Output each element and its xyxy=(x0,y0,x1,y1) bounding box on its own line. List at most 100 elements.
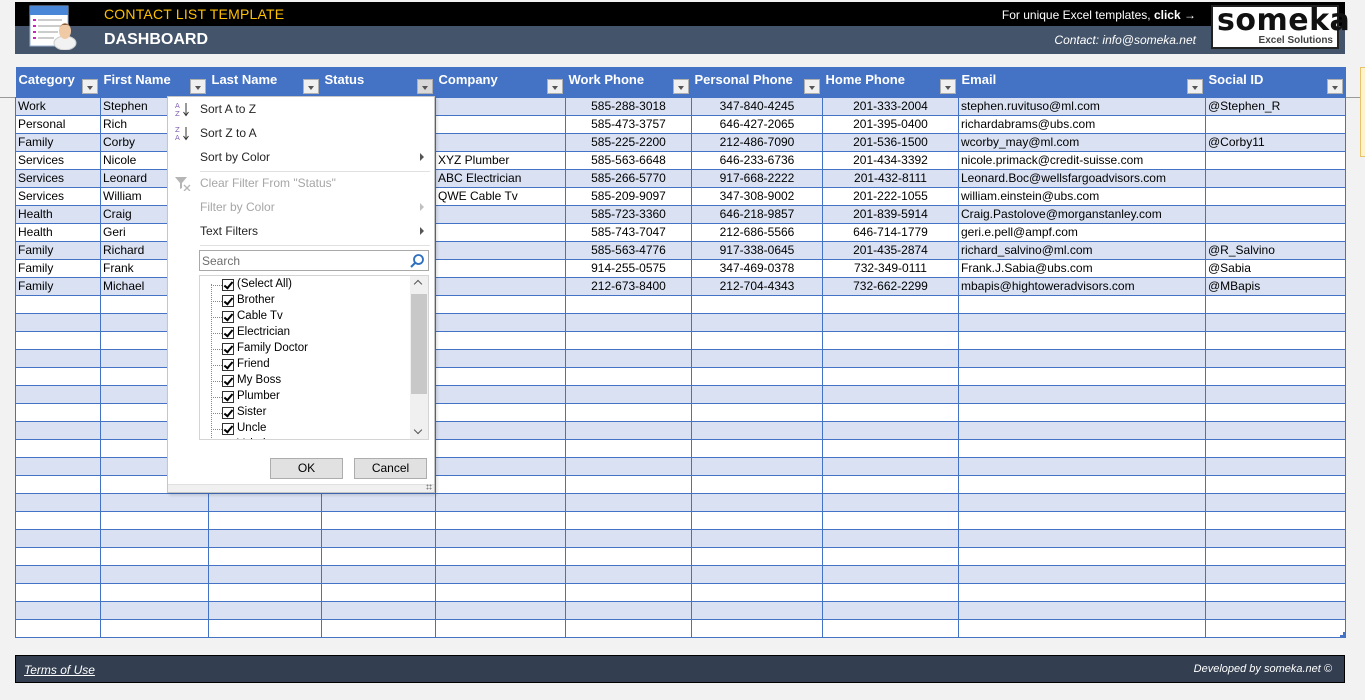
menu-sort-a-to-z[interactable]: A Z Sort A to Z xyxy=(168,98,434,120)
cell-status[interactable] xyxy=(321,492,436,512)
cell-personal[interactable] xyxy=(691,492,823,512)
cell-status[interactable] xyxy=(321,528,436,548)
filter-dropdown-button[interactable] xyxy=(803,78,820,94)
checkbox-checked-icon[interactable] xyxy=(222,407,234,419)
checkbox-checked-icon[interactable] xyxy=(222,343,234,355)
menu-sort-by-color[interactable]: Sort by Color xyxy=(168,146,434,168)
cell-social[interactable] xyxy=(1205,546,1346,566)
cell-category[interactable] xyxy=(15,492,101,512)
cell-home[interactable] xyxy=(822,510,959,530)
cell-last[interactable] xyxy=(208,510,322,530)
cell-first[interactable] xyxy=(100,618,209,638)
cell-social[interactable] xyxy=(1205,420,1346,440)
cell-social[interactable]: @Corby11 xyxy=(1205,132,1346,152)
cell-personal[interactable]: 212-704-4343 xyxy=(691,276,823,296)
cell-home[interactable]: 201-222-1055 xyxy=(822,186,959,206)
cell-social[interactable] xyxy=(1205,618,1346,638)
cell-email[interactable] xyxy=(958,384,1206,404)
cell-company[interactable] xyxy=(435,600,566,620)
cell-company[interactable] xyxy=(435,546,566,566)
filter-dropdown-button[interactable] xyxy=(81,78,98,94)
cell-category[interactable] xyxy=(15,456,101,476)
cell-personal[interactable] xyxy=(691,420,823,440)
cell-personal[interactable] xyxy=(691,528,823,548)
cell-personal[interactable]: 646-218-9857 xyxy=(691,204,823,224)
cell-personal[interactable] xyxy=(691,294,823,314)
cell-home[interactable] xyxy=(822,618,959,638)
cell-home[interactable] xyxy=(822,294,959,314)
cell-work[interactable]: 585-225-2200 xyxy=(565,132,692,152)
cell-status[interactable] xyxy=(321,582,436,602)
cell-social[interactable]: @R_Salvino xyxy=(1205,240,1346,260)
promo-link[interactable]: For unique Excel templates, click → xyxy=(1002,8,1196,22)
cell-home[interactable] xyxy=(822,564,959,584)
terms-of-use-link[interactable]: Terms of Use xyxy=(24,663,95,677)
checkbox-checked-icon[interactable] xyxy=(222,295,234,307)
cell-company[interactable] xyxy=(435,222,566,242)
cell-email[interactable]: Leonard.Boc@wellsfargoadvisors.com xyxy=(958,168,1206,188)
cell-email[interactable] xyxy=(958,438,1206,458)
cell-work[interactable] xyxy=(565,528,692,548)
cell-social[interactable] xyxy=(1205,438,1346,458)
cell-company[interactable] xyxy=(435,132,566,152)
cell-personal[interactable]: 646-233-6736 xyxy=(691,150,823,170)
cell-work[interactable] xyxy=(565,420,692,440)
cell-last[interactable] xyxy=(208,600,322,620)
cell-category[interactable]: Services xyxy=(15,186,101,206)
cell-personal[interactable] xyxy=(691,546,823,566)
cell-work[interactable]: 585-288-3018 xyxy=(565,96,692,116)
cell-status[interactable] xyxy=(321,600,436,620)
cell-home[interactable]: 732-349-0111 xyxy=(822,258,959,278)
cell-social[interactable] xyxy=(1205,492,1346,512)
cell-company[interactable]: XYZ Plumber xyxy=(435,150,566,170)
cell-email[interactable] xyxy=(958,294,1206,314)
cell-personal[interactable] xyxy=(691,564,823,584)
cell-company[interactable] xyxy=(435,474,566,494)
cell-social[interactable] xyxy=(1205,186,1346,206)
cell-last[interactable] xyxy=(208,582,322,602)
list-scrollbar[interactable] xyxy=(410,276,428,439)
cell-personal[interactable] xyxy=(691,582,823,602)
filter-value-item[interactable]: (Select All) xyxy=(200,278,410,294)
cell-personal[interactable] xyxy=(691,348,823,368)
ok-button[interactable]: OK xyxy=(270,458,343,479)
cell-work[interactable]: 585-473-3757 xyxy=(565,114,692,134)
cell-category[interactable]: Family xyxy=(15,132,101,152)
scroll-up-icon[interactable] xyxy=(413,279,423,289)
cell-work[interactable] xyxy=(565,474,692,494)
cell-social[interactable] xyxy=(1205,510,1346,530)
cell-category[interactable] xyxy=(15,402,101,422)
cell-home[interactable]: 732-662-2299 xyxy=(822,276,959,296)
cell-category[interactable]: Work xyxy=(15,96,101,116)
cell-first[interactable] xyxy=(100,510,209,530)
cell-social[interactable] xyxy=(1205,168,1346,188)
cell-category[interactable] xyxy=(15,438,101,458)
contact-email[interactable]: Contact: info@someka.net xyxy=(1054,33,1196,47)
cell-email[interactable] xyxy=(958,348,1206,368)
table-resize-handle[interactable] xyxy=(1340,632,1345,637)
cell-status[interactable] xyxy=(321,564,436,584)
cell-home[interactable] xyxy=(822,330,959,350)
cell-company[interactable] xyxy=(435,402,566,422)
cell-email[interactable] xyxy=(958,600,1206,620)
cell-home[interactable]: 201-839-5914 xyxy=(822,204,959,224)
cell-category[interactable] xyxy=(15,582,101,602)
cell-company[interactable] xyxy=(435,312,566,332)
cell-category[interactable] xyxy=(15,348,101,368)
checkbox-checked-icon[interactable] xyxy=(222,439,234,440)
filter-dropdown-button[interactable] xyxy=(189,78,206,94)
filter-value-item[interactable]: Uncle xyxy=(200,422,410,438)
cell-home[interactable]: 201-434-3392 xyxy=(822,150,959,170)
cell-email[interactable]: Craig.Pastolove@morganstanley.com xyxy=(958,204,1206,224)
cell-work[interactable] xyxy=(565,564,692,584)
cell-status[interactable] xyxy=(321,510,436,530)
scroll-down-icon[interactable] xyxy=(413,425,423,435)
cell-first[interactable] xyxy=(100,582,209,602)
filter-value-item[interactable]: My Boss xyxy=(200,374,410,390)
cell-personal[interactable] xyxy=(691,474,823,494)
cell-first[interactable] xyxy=(100,492,209,512)
cell-email[interactable] xyxy=(958,312,1206,332)
cell-home[interactable] xyxy=(822,582,959,602)
scrollbar-thumb[interactable] xyxy=(411,294,427,394)
filter-dropdown-button[interactable] xyxy=(1326,78,1343,94)
